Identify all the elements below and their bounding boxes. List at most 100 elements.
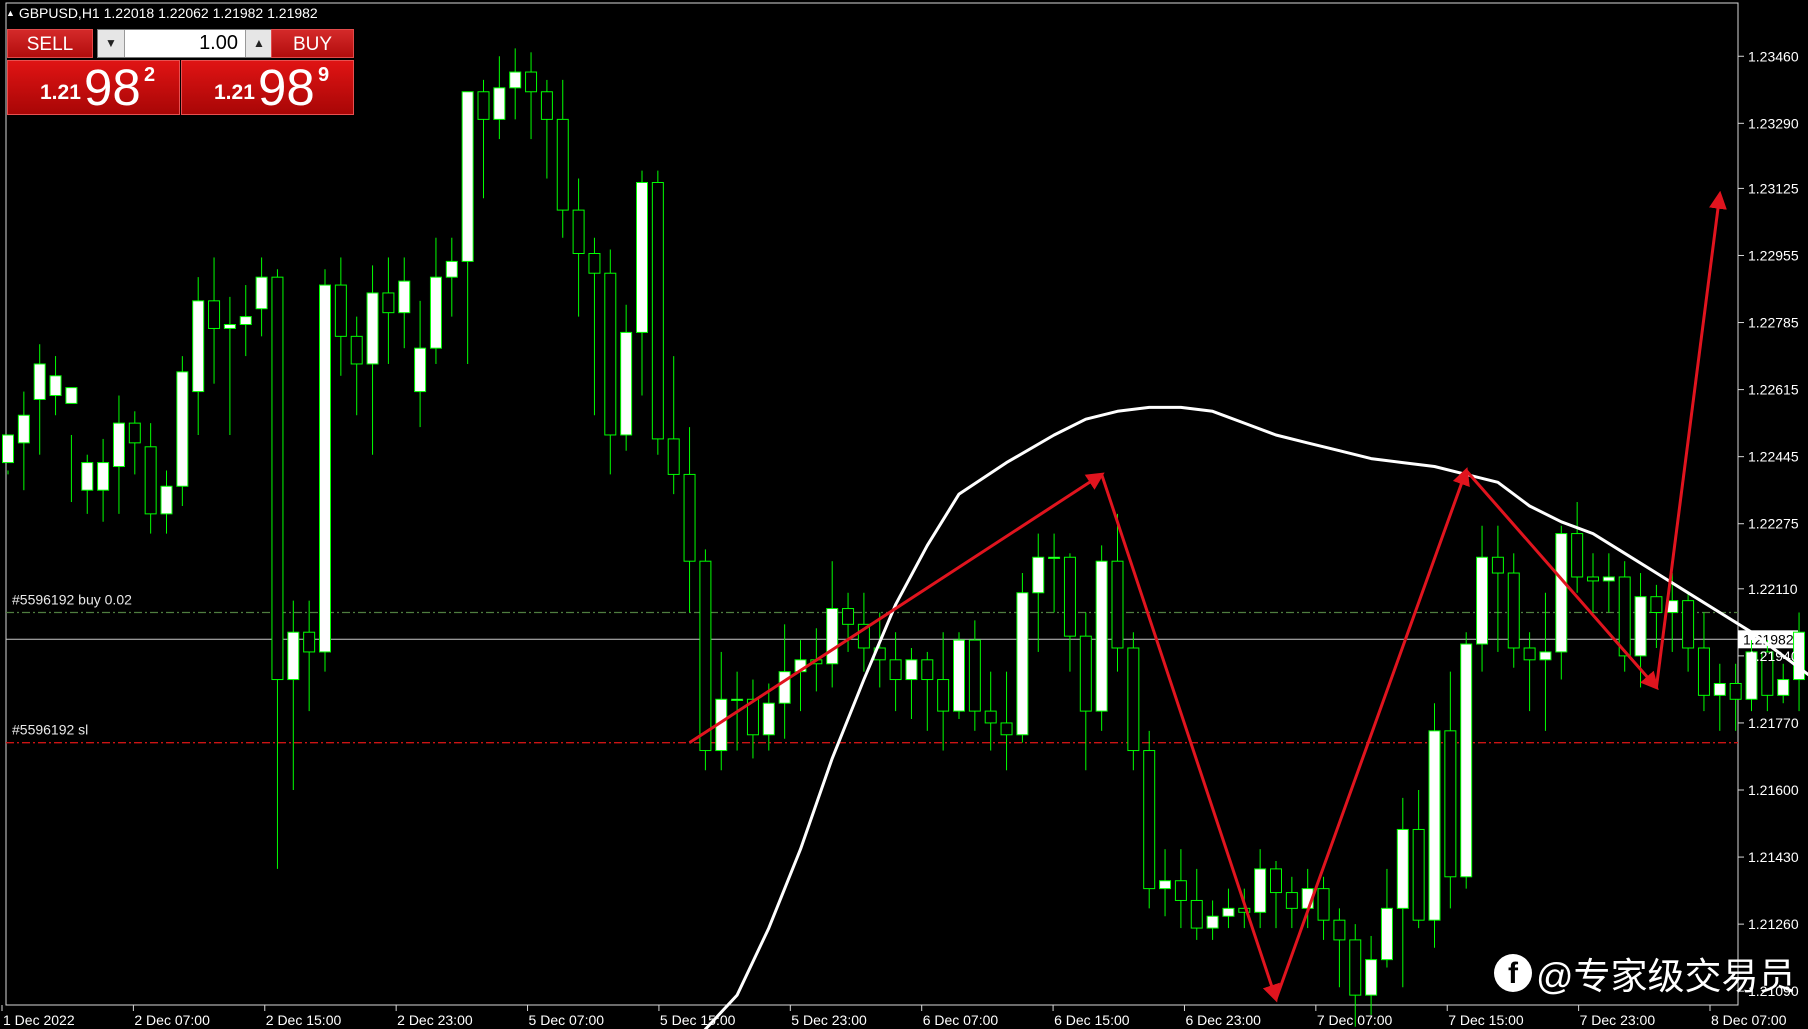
candle-body bbox=[968, 639, 981, 712]
candle-body bbox=[778, 671, 791, 704]
order-line-label: #5596192 buy 0.02 bbox=[12, 591, 132, 607]
candle-body bbox=[1270, 868, 1282, 894]
sell-button[interactable]: SELL bbox=[7, 29, 93, 58]
candle-body bbox=[477, 91, 490, 120]
sell-price-button[interactable]: 1.21 98 2 bbox=[7, 60, 180, 115]
x-tick-label: 2 Dec 23:00 bbox=[397, 1012, 473, 1028]
price-chart[interactable]: #5596192 buy 0.02#5596192 sl1.21982 1.23… bbox=[0, 0, 1808, 1029]
candle-body bbox=[1571, 533, 1584, 578]
candle-body bbox=[1111, 560, 1124, 649]
x-tick-label: 2 Dec 15:00 bbox=[266, 1012, 342, 1028]
candle-body bbox=[192, 300, 205, 393]
candle-body bbox=[319, 284, 331, 653]
candle-body bbox=[699, 560, 712, 752]
candle-body bbox=[366, 292, 379, 365]
ma-line bbox=[703, 405, 1808, 1029]
x-tick-label: 5 Dec 15:00 bbox=[660, 1012, 736, 1028]
candle-body bbox=[731, 698, 744, 701]
x-tick-label: 7 Dec 15:00 bbox=[1448, 1012, 1524, 1028]
buy-price-button[interactable]: 1.21 98 9 bbox=[181, 60, 354, 115]
candle-body bbox=[65, 387, 78, 404]
sell-price-big: 98 bbox=[84, 59, 141, 116]
candle-body bbox=[1444, 730, 1457, 878]
y-tick-label: 1.23125 bbox=[1748, 180, 1799, 196]
candle-body bbox=[1650, 596, 1663, 613]
buy-price-sup: 9 bbox=[318, 64, 330, 86]
x-tick-label: 5 Dec 23:00 bbox=[791, 1012, 867, 1028]
candle-body bbox=[1555, 533, 1568, 653]
candle-body bbox=[17, 414, 30, 444]
lot-decrease-icon[interactable]: ▼ bbox=[98, 30, 125, 57]
y-tick-label: 1.22955 bbox=[1748, 247, 1799, 263]
candle-body bbox=[382, 292, 395, 314]
candle-body bbox=[1079, 635, 1092, 712]
candle-body bbox=[1729, 682, 1742, 700]
one-click-trading-panel: SELL ▼ 1.00 ▲ BUY 1.21 98 2 1.21 98 9 bbox=[7, 29, 354, 115]
candle-body bbox=[1539, 651, 1552, 661]
candle-body bbox=[1777, 679, 1790, 696]
candle-body bbox=[445, 260, 458, 278]
candle-body bbox=[572, 209, 585, 254]
candle-body bbox=[1412, 828, 1425, 921]
candle-body bbox=[33, 363, 46, 400]
candle-body bbox=[1365, 959, 1378, 996]
candle-body bbox=[1602, 576, 1615, 582]
candle-body bbox=[588, 253, 601, 274]
candle-body bbox=[604, 272, 617, 436]
y-tick-label: 1.21770 bbox=[1748, 715, 1799, 731]
lot-value[interactable]: 1.00 bbox=[199, 30, 238, 57]
x-tick-label: 7 Dec 23:00 bbox=[1580, 1012, 1656, 1028]
y-tick-label: 1.23290 bbox=[1748, 115, 1799, 131]
candle-body bbox=[889, 659, 902, 681]
candle-body bbox=[1317, 888, 1330, 921]
candle-body bbox=[683, 473, 696, 562]
watermark: f @专家级交易员 bbox=[1494, 946, 1796, 1000]
candle-body bbox=[1428, 730, 1441, 921]
sell-price-small: 1.21 bbox=[40, 81, 81, 104]
candle-body bbox=[144, 446, 157, 515]
candle-body bbox=[937, 679, 950, 712]
candle-body bbox=[636, 181, 648, 333]
lot-increase-icon[interactable]: ▲ bbox=[245, 30, 272, 57]
candle-body bbox=[1095, 560, 1108, 712]
candle-body bbox=[176, 371, 189, 487]
y-tick-label: 1.21260 bbox=[1748, 916, 1799, 932]
candle-body bbox=[1143, 750, 1156, 890]
y-tick-label: 1.22110 bbox=[1748, 581, 1798, 597]
candle-body bbox=[984, 710, 997, 724]
candle-body bbox=[1476, 556, 1489, 645]
moving-average bbox=[703, 405, 1808, 1029]
buy-price-big: 98 bbox=[258, 59, 315, 116]
y-tick-label: 1.21940 bbox=[1748, 648, 1799, 664]
y-tick-label: 1.22275 bbox=[1748, 516, 1799, 532]
candle-body bbox=[540, 91, 553, 120]
x-tick-label: 6 Dec 15:00 bbox=[1054, 1012, 1130, 1028]
candles bbox=[2, 48, 1806, 1027]
candle-body bbox=[1682, 600, 1695, 649]
candle-body bbox=[429, 276, 442, 349]
candle-body bbox=[493, 87, 506, 120]
candle-body bbox=[303, 631, 316, 653]
candle-body bbox=[1206, 915, 1219, 929]
sell-price-sup: 2 bbox=[144, 64, 156, 86]
candle-body bbox=[1333, 919, 1346, 941]
x-tick-label: 6 Dec 23:00 bbox=[1185, 1012, 1261, 1028]
candle-body bbox=[1460, 643, 1473, 878]
candle-body bbox=[620, 331, 633, 436]
candle-body bbox=[1380, 907, 1393, 961]
candle-body bbox=[651, 181, 664, 440]
candle-body bbox=[1349, 939, 1362, 996]
candle-body bbox=[1048, 556, 1061, 559]
chart-header: ▲ GBPUSD,H1 1.22018 1.22062 1.21982 1.21… bbox=[6, 5, 318, 21]
candle-body bbox=[461, 91, 474, 262]
candle-body bbox=[1491, 556, 1504, 574]
candle-body bbox=[1523, 647, 1536, 661]
candle-body bbox=[1063, 556, 1076, 637]
collapse-triangle-icon[interactable]: ▲ bbox=[6, 8, 15, 18]
candle-body bbox=[128, 422, 141, 444]
candle-body bbox=[223, 324, 236, 329]
lot-size-input[interactable]: ▼ 1.00 ▲ bbox=[97, 29, 273, 58]
buy-button[interactable]: BUY bbox=[271, 29, 354, 58]
facebook-icon: f bbox=[1494, 954, 1532, 992]
candle-body bbox=[287, 631, 300, 681]
